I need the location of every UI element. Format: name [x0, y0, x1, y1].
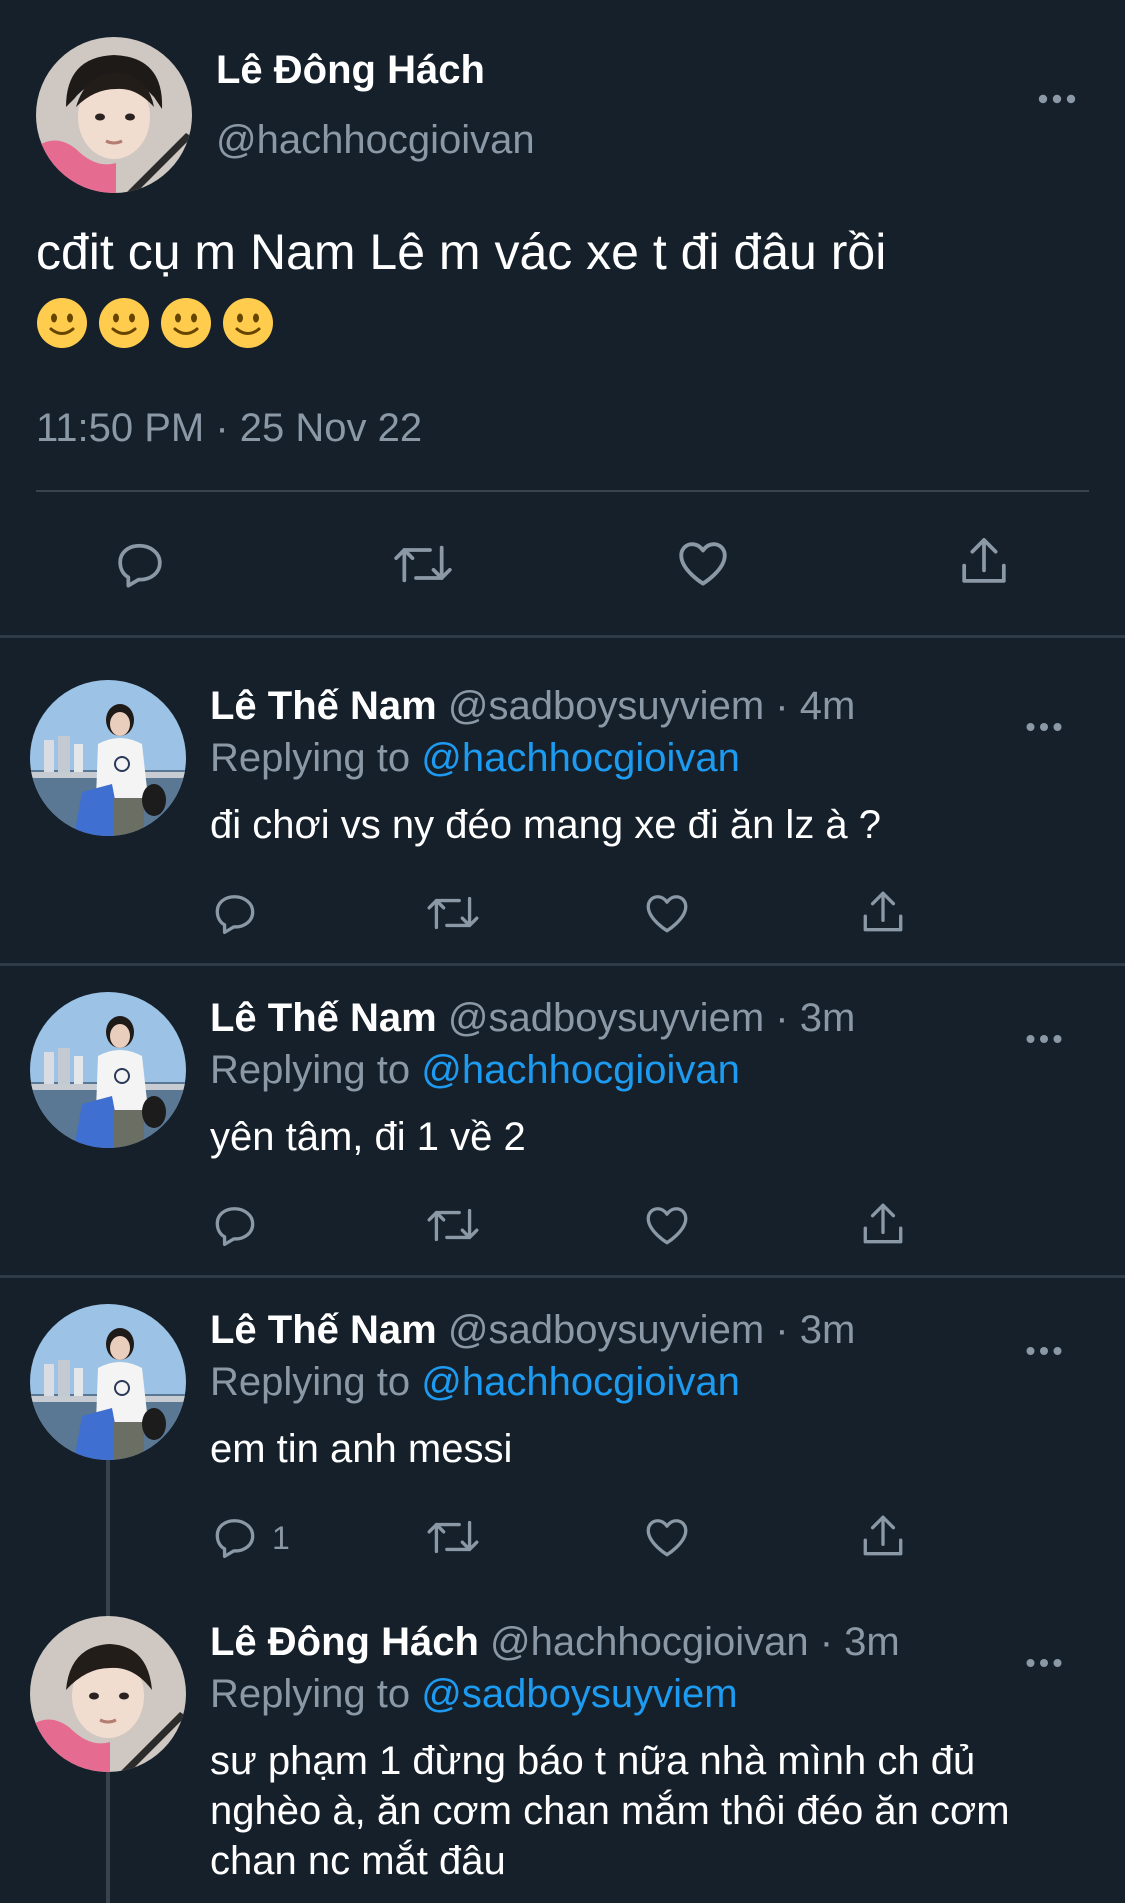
author-name[interactable]: Lê Đông Hách	[210, 1620, 479, 1664]
author-name[interactable]: Lê Đông Hách	[216, 48, 485, 93]
reply-header: Lê Thế Nam @sadboysuyviem · 3m	[210, 996, 855, 1041]
share-icon[interactable]	[858, 1510, 908, 1567]
more-options-icon[interactable]	[1026, 704, 1062, 738]
like-heart-icon[interactable]	[642, 888, 692, 943]
author-handle[interactable]: @sadboysuyviem	[448, 1308, 764, 1352]
share-icon[interactable]	[956, 532, 1012, 595]
replying-to: Replying to @sadboysuyviem	[210, 1672, 738, 1717]
replying-to-label: Replying to	[210, 1048, 422, 1092]
reply-header: Lê Thế Nam @sadboysuyviem · 4m	[210, 684, 855, 729]
author-handle[interactable]: @hachhocgioivan	[490, 1620, 809, 1664]
more-options-icon[interactable]	[1026, 1016, 1062, 1050]
replying-to-label: Replying to	[210, 1360, 422, 1404]
author-handle[interactable]: @sadboysuyviem	[448, 996, 764, 1040]
tweet-timestamp[interactable]: 11:50 PM · 25 Nov 22	[36, 406, 422, 451]
share-icon[interactable]	[858, 886, 908, 943]
author-handle[interactable]: @sadboysuyviem	[448, 684, 764, 728]
main-tweet: Lê Đông Hách @hachhocgioivan cđit cụ m N…	[0, 0, 1125, 637]
slightly-smiling-face-icon	[98, 295, 150, 348]
like-heart-icon[interactable]	[642, 1200, 692, 1255]
like-heart-icon[interactable]	[642, 1512, 692, 1567]
mention-link[interactable]: @hachhocgioivan	[421, 736, 740, 780]
author-name[interactable]: Lê Thế Nam	[210, 996, 437, 1040]
replying-to-label: Replying to	[210, 736, 422, 780]
retweet-icon[interactable]	[424, 1200, 482, 1255]
mention-link[interactable]: @sadboysuyviem	[421, 1672, 737, 1716]
like-heart-icon[interactable]	[674, 534, 732, 597]
reply-icon[interactable]	[112, 536, 168, 597]
reply-button[interactable]: 1	[210, 1512, 310, 1562]
reply-text: yên tâm, đi 1 về 2	[210, 1115, 526, 1159]
reply-tweet[interactable]: Lê Thế Nam @sadboysuyviem · 3m Replying …	[0, 1304, 1125, 1604]
share-icon[interactable]	[858, 1198, 908, 1255]
reply-time: · 3m	[775, 1308, 856, 1352]
avatar[interactable]	[30, 1616, 186, 1772]
retweet-icon[interactable]	[389, 536, 457, 597]
author-name[interactable]: Lê Thế Nam	[210, 1308, 437, 1352]
more-options-icon[interactable]	[1026, 1640, 1062, 1674]
author-handle[interactable]: @hachhocgioivan	[216, 118, 535, 163]
author-name[interactable]: Lê Thế Nam	[210, 684, 437, 728]
reply-header: Lê Đông Hách @hachhocgioivan · 3m	[210, 1620, 900, 1665]
divider	[0, 1275, 1125, 1278]
slightly-smiling-face-icon	[222, 295, 274, 348]
replying-to-label: Replying to	[210, 1672, 422, 1716]
reply-time: · 3m	[775, 996, 856, 1040]
avatar[interactable]	[30, 1304, 186, 1460]
replying-to: Replying to @hachhocgioivan	[210, 1360, 740, 1405]
avatar[interactable]	[36, 37, 192, 193]
reply-tweet[interactable]: Lê Đông Hách @hachhocgioivan · 3m Replyi…	[0, 1616, 1125, 1903]
reply-tweet[interactable]: Lê Thế Nam @sadboysuyviem · 3m Replying …	[0, 992, 1125, 1274]
reply-time: · 3m	[819, 1620, 900, 1664]
replying-to: Replying to @hachhocgioivan	[210, 1048, 740, 1093]
retweet-icon[interactable]	[424, 888, 482, 943]
reply-text: đi chơi vs ny đéo mang xe đi ăn lz à ?	[210, 803, 882, 847]
mention-link[interactable]: @hachhocgioivan	[421, 1360, 740, 1404]
reply-tweet[interactable]: Lê Thế Nam @sadboysuyviem · 4m Replying …	[0, 680, 1125, 962]
divider	[36, 490, 1089, 492]
avatar[interactable]	[30, 680, 186, 836]
slightly-smiling-face-icon	[36, 295, 88, 348]
replying-to: Replying to @hachhocgioivan	[210, 736, 740, 781]
more-options-icon[interactable]	[1038, 76, 1076, 110]
reply-text: em tin anh messi	[210, 1427, 513, 1471]
divider	[0, 635, 1125, 638]
emoji-row	[36, 295, 1076, 348]
more-options-icon[interactable]	[1026, 1328, 1062, 1362]
reply-icon[interactable]	[210, 1200, 260, 1255]
tweet-body: cđit cụ m Nam Lê m vác xe t đi đâu rồi	[36, 224, 887, 280]
reply-text: sư phạm 1 đừng báo t nữa nhà mình ch đủ …	[210, 1739, 1010, 1883]
reply-icon[interactable]	[210, 888, 260, 943]
tweet-text: cđit cụ m Nam Lê m vác xe t đi đâu rồi	[36, 215, 1076, 348]
avatar[interactable]	[30, 992, 186, 1148]
reply-time: · 4m	[775, 684, 856, 728]
reply-count: 1	[272, 1520, 290, 1556]
mention-link[interactable]: @hachhocgioivan	[421, 1048, 740, 1092]
retweet-icon[interactable]	[424, 1512, 482, 1567]
slightly-smiling-face-icon	[160, 295, 212, 348]
reply-icon	[210, 1512, 260, 1567]
divider	[0, 963, 1125, 966]
reply-header: Lê Thế Nam @sadboysuyviem · 3m	[210, 1308, 855, 1353]
